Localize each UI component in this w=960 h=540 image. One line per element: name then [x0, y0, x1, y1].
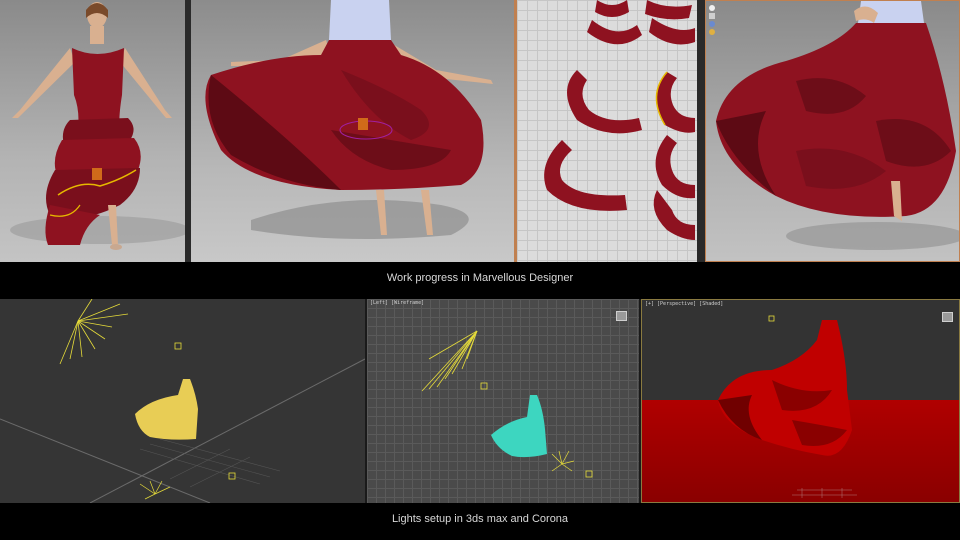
side-toolbar — [708, 3, 716, 37]
scene-left-wireframe — [421, 330, 593, 478]
dress-front-render — [10, 2, 185, 250]
scene-perspective-dark — [0, 299, 365, 503]
top-caption: Work progress in Marvellous Designer — [386, 272, 574, 284]
dress-closeup-render — [716, 1, 959, 250]
viewport-dress-closeup[interactable] — [705, 0, 960, 262]
pattern-pieces-render — [544, 0, 695, 240]
person-icon[interactable] — [709, 13, 715, 19]
viewport-dress-front[interactable] — [0, 0, 185, 262]
divider — [697, 0, 705, 262]
scene-perspective-render — [718, 315, 857, 498]
viewport-pattern-pieces[interactable] — [517, 0, 697, 262]
viewport-left-wireframe[interactable]: [Left] [Wireframe] — [367, 299, 639, 503]
lightbulb-icon[interactable] — [709, 29, 715, 35]
sun-icon[interactable] — [709, 5, 715, 11]
light-gizmo-icon — [59, 299, 129, 365]
light-gizmo-icon — [421, 330, 478, 392]
viewport-dress-swirl[interactable] — [191, 0, 514, 262]
viewport-perspective-render[interactable]: [+] [Perspective] [Shaded] — [641, 299, 960, 503]
viewport-perspective-dark[interactable] — [0, 299, 365, 503]
moon-icon[interactable] — [709, 21, 715, 27]
bottom-caption: Lights setup in 3ds max and Corona — [391, 513, 569, 525]
dress-swirl-render — [205, 0, 493, 239]
